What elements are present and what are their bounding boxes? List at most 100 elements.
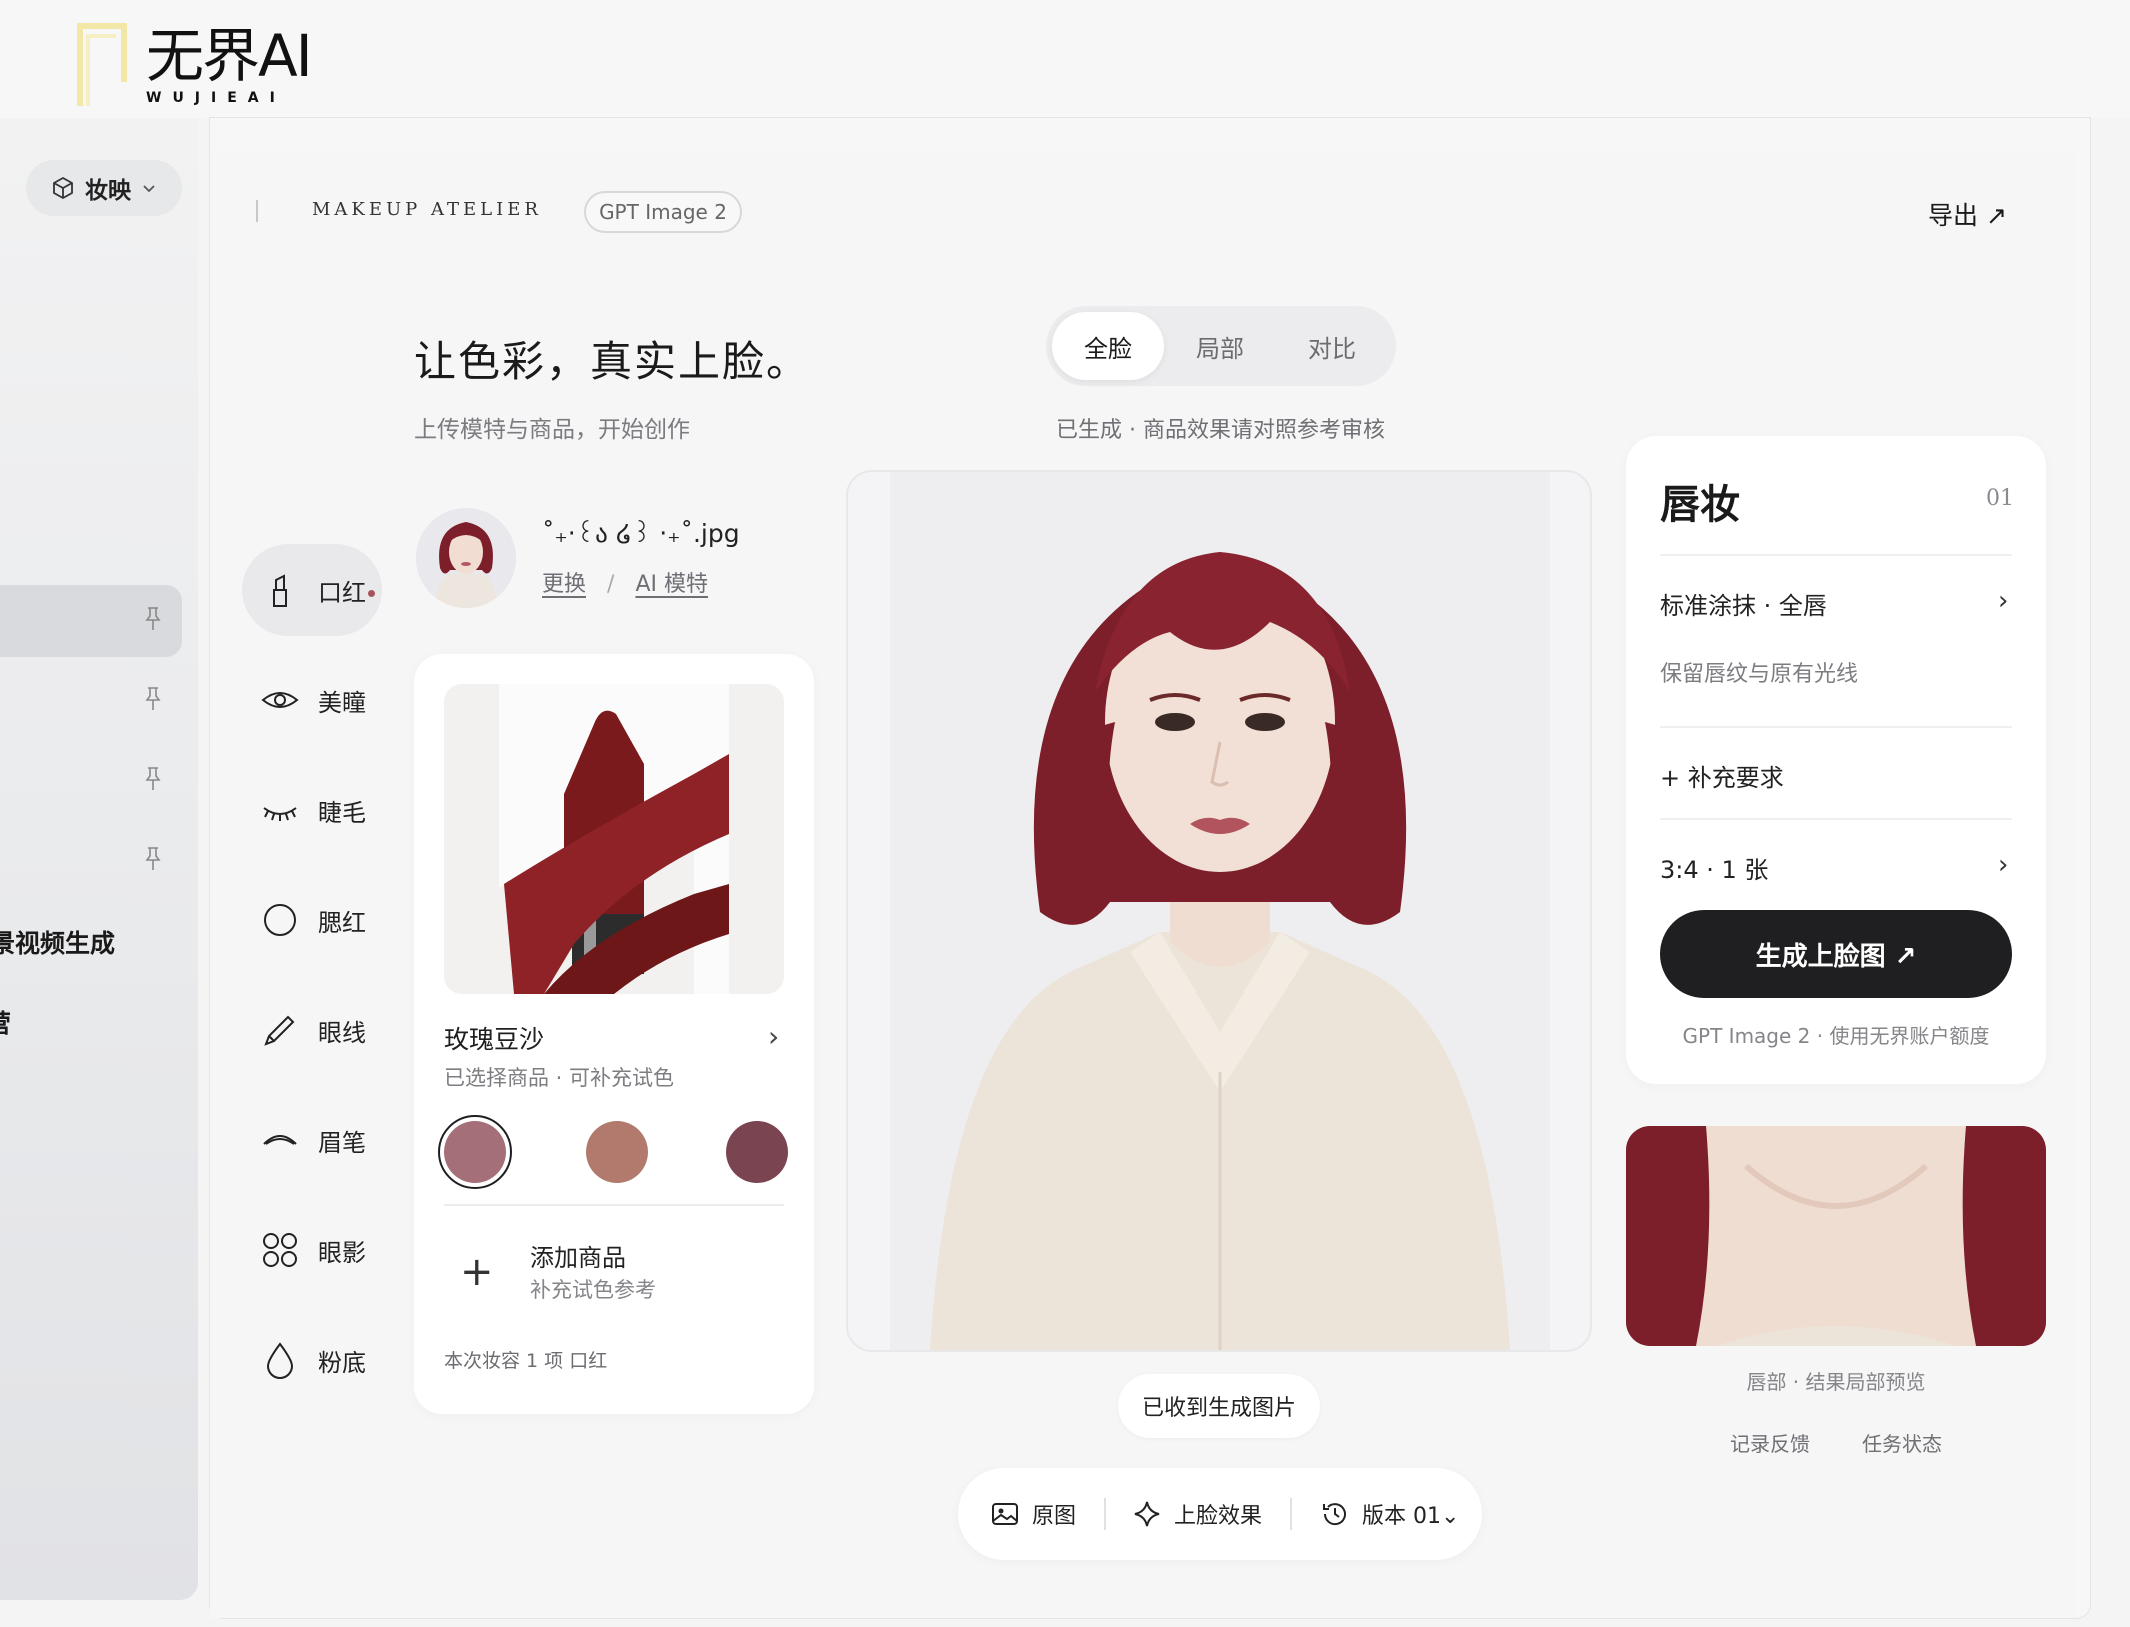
- brand-title: MAKEUP ATELIER: [312, 199, 542, 220]
- effect-button[interactable]: 上脸效果: [1132, 1492, 1262, 1536]
- quota-note: GPT Image 2 · 使用无界账户额度: [1682, 1024, 1990, 1048]
- product-image[interactable]: [444, 684, 784, 994]
- task-status-link[interactable]: 任务状态: [1862, 1428, 1942, 1457]
- top-bar: [0, 0, 2130, 118]
- original-label: 原图: [1032, 1504, 1077, 1529]
- category-blush[interactable]: 腮红: [242, 874, 382, 966]
- model-avatar[interactable]: [416, 508, 516, 608]
- panel-divider: [1660, 818, 2012, 820]
- export-button[interactable]: 导出 ↗: [1928, 196, 2007, 232]
- logo-subtext: WUJIEAI: [146, 90, 286, 106]
- module-label: 妆映: [85, 178, 131, 204]
- eye-icon: [261, 692, 299, 708]
- history-icon: [1323, 1503, 1346, 1526]
- product-chevron-icon[interactable]: ›: [768, 1020, 779, 1053]
- replace-link[interactable]: 更换: [542, 572, 586, 597]
- version-caret-icon: ⌄: [1441, 1504, 1460, 1529]
- drop-icon: [266, 1342, 294, 1379]
- model-actions: 更换 / AI 模特: [542, 566, 708, 598]
- effect-label: 上脸效果: [1174, 1504, 1263, 1529]
- category-lashes[interactable]: 睫毛: [242, 764, 382, 856]
- category-brow[interactable]: 眉笔: [242, 1094, 382, 1186]
- pin-icon[interactable]: [144, 686, 162, 712]
- generation-note: 已生成 · 商品效果请对照参考审核: [1056, 418, 1385, 443]
- eyelash-icon: [263, 807, 297, 821]
- pin-icon[interactable]: [144, 766, 162, 792]
- lipstick-icon: [273, 574, 287, 607]
- sidebar-item-partial[interactable]: 营: [0, 1004, 11, 1040]
- add-product-plus-icon[interactable]: +: [460, 1252, 494, 1292]
- circle-icon: [264, 904, 296, 936]
- lip-preview[interactable]: [1626, 1126, 2046, 1346]
- extra-requirements-button[interactable]: + 补充要求: [1660, 758, 1784, 793]
- logo-text: 无界AI: [146, 22, 313, 90]
- category-label: 睫毛: [318, 798, 366, 827]
- version-label: 版本 01: [1362, 1504, 1441, 1529]
- apply-mode-select[interactable]: 标准涂抹 · 全唇: [1660, 586, 1827, 621]
- ratio-chevron-icon[interactable]: ›: [1998, 850, 2008, 880]
- toolbar-divider: [1104, 1498, 1106, 1530]
- pin-icon[interactable]: [144, 606, 162, 632]
- category-label: 口红: [318, 578, 366, 607]
- lipstick-product-image: [444, 684, 784, 994]
- pencil-icon: [264, 1015, 295, 1046]
- module-switcher[interactable]: 妆映: [26, 160, 182, 216]
- makeup-summary: 本次妆容 1 项 口红: [444, 1350, 608, 1372]
- category-eyeshadow[interactable]: 眼影: [242, 1204, 382, 1296]
- tab-compare[interactable]: 对比: [1276, 312, 1388, 380]
- panel-number: 01: [1986, 486, 2014, 511]
- category-label: 眉笔: [318, 1128, 366, 1157]
- result-image[interactable]: [890, 472, 1550, 1350]
- left-sidebar: [0, 118, 198, 1600]
- mode-hint: 保留唇纹与原有光线: [1660, 662, 1859, 687]
- swatch-rose[interactable]: [444, 1121, 506, 1183]
- original-image-button[interactable]: 原图: [990, 1492, 1076, 1536]
- feedback-link[interactable]: 记录反馈: [1730, 1428, 1810, 1457]
- category-foundation[interactable]: 粉底: [242, 1314, 382, 1406]
- header-divider: [256, 200, 258, 222]
- sidebar-item-video[interactable]: 景视频生成: [0, 924, 115, 960]
- link-divider: /: [607, 572, 615, 597]
- ai-model-link[interactable]: AI 模特: [635, 572, 708, 597]
- product-subtitle: 已选择商品 · 可补充试色: [444, 1066, 675, 1090]
- add-product-hint: 补充试色参考: [530, 1278, 656, 1302]
- hero-title: 让色彩，真实上脸。: [414, 337, 811, 386]
- swatch-nude[interactable]: [586, 1121, 648, 1183]
- toolbar-divider: [1290, 1498, 1292, 1530]
- brow-icon: [263, 1135, 297, 1145]
- version-selector[interactable]: 版本 01⌄: [1320, 1492, 1459, 1536]
- pin-icon[interactable]: [144, 846, 162, 872]
- panel-divider: [1660, 554, 2012, 556]
- generate-button[interactable]: 生成上脸图 ↗: [1660, 910, 2012, 998]
- palette-icon: [263, 1233, 297, 1267]
- category-lipstick[interactable]: 口红: [242, 544, 382, 636]
- sparkle-icon: [1134, 1501, 1160, 1527]
- preview-caption: 唇部 · 结果局部预览: [1746, 1370, 1926, 1394]
- portrait-image: [890, 472, 1550, 1350]
- received-status: 已收到生成图片: [1118, 1374, 1320, 1438]
- hero-subtitle: 上传模特与商品，开始创作: [414, 417, 690, 443]
- mode-chevron-icon[interactable]: ›: [1998, 586, 2008, 616]
- chevron-down-icon: [143, 185, 155, 193]
- category-label: 眼线: [318, 1018, 366, 1047]
- model-chip[interactable]: GPT Image 2: [584, 191, 742, 233]
- category-eyeliner[interactable]: 眼线: [242, 984, 382, 1076]
- add-product-button[interactable]: 添加商品: [530, 1238, 626, 1273]
- category-label: 眼影: [318, 1238, 366, 1267]
- logo-mark-icon: [77, 23, 127, 106]
- swatch-berry[interactable]: [726, 1121, 788, 1183]
- card-divider: [444, 1204, 784, 1206]
- tab-partial[interactable]: 局部: [1164, 312, 1276, 380]
- tab-full-face[interactable]: 全脸: [1052, 312, 1164, 380]
- neck-crop-image: [1626, 1126, 2046, 1346]
- product-name: 玫瑰豆沙: [444, 1025, 545, 1054]
- active-dot: [368, 590, 375, 597]
- panel-title: 唇妆: [1660, 482, 1740, 528]
- category-label: 粉底: [318, 1348, 366, 1377]
- category-contacts[interactable]: 美瞳: [242, 654, 382, 746]
- model-thumbnail: [416, 508, 516, 608]
- image-icon: [992, 1503, 1018, 1525]
- cube-icon: [53, 176, 73, 200]
- panel-divider: [1660, 726, 2012, 728]
- ratio-select[interactable]: 3:4 · 1 张: [1660, 850, 1768, 885]
